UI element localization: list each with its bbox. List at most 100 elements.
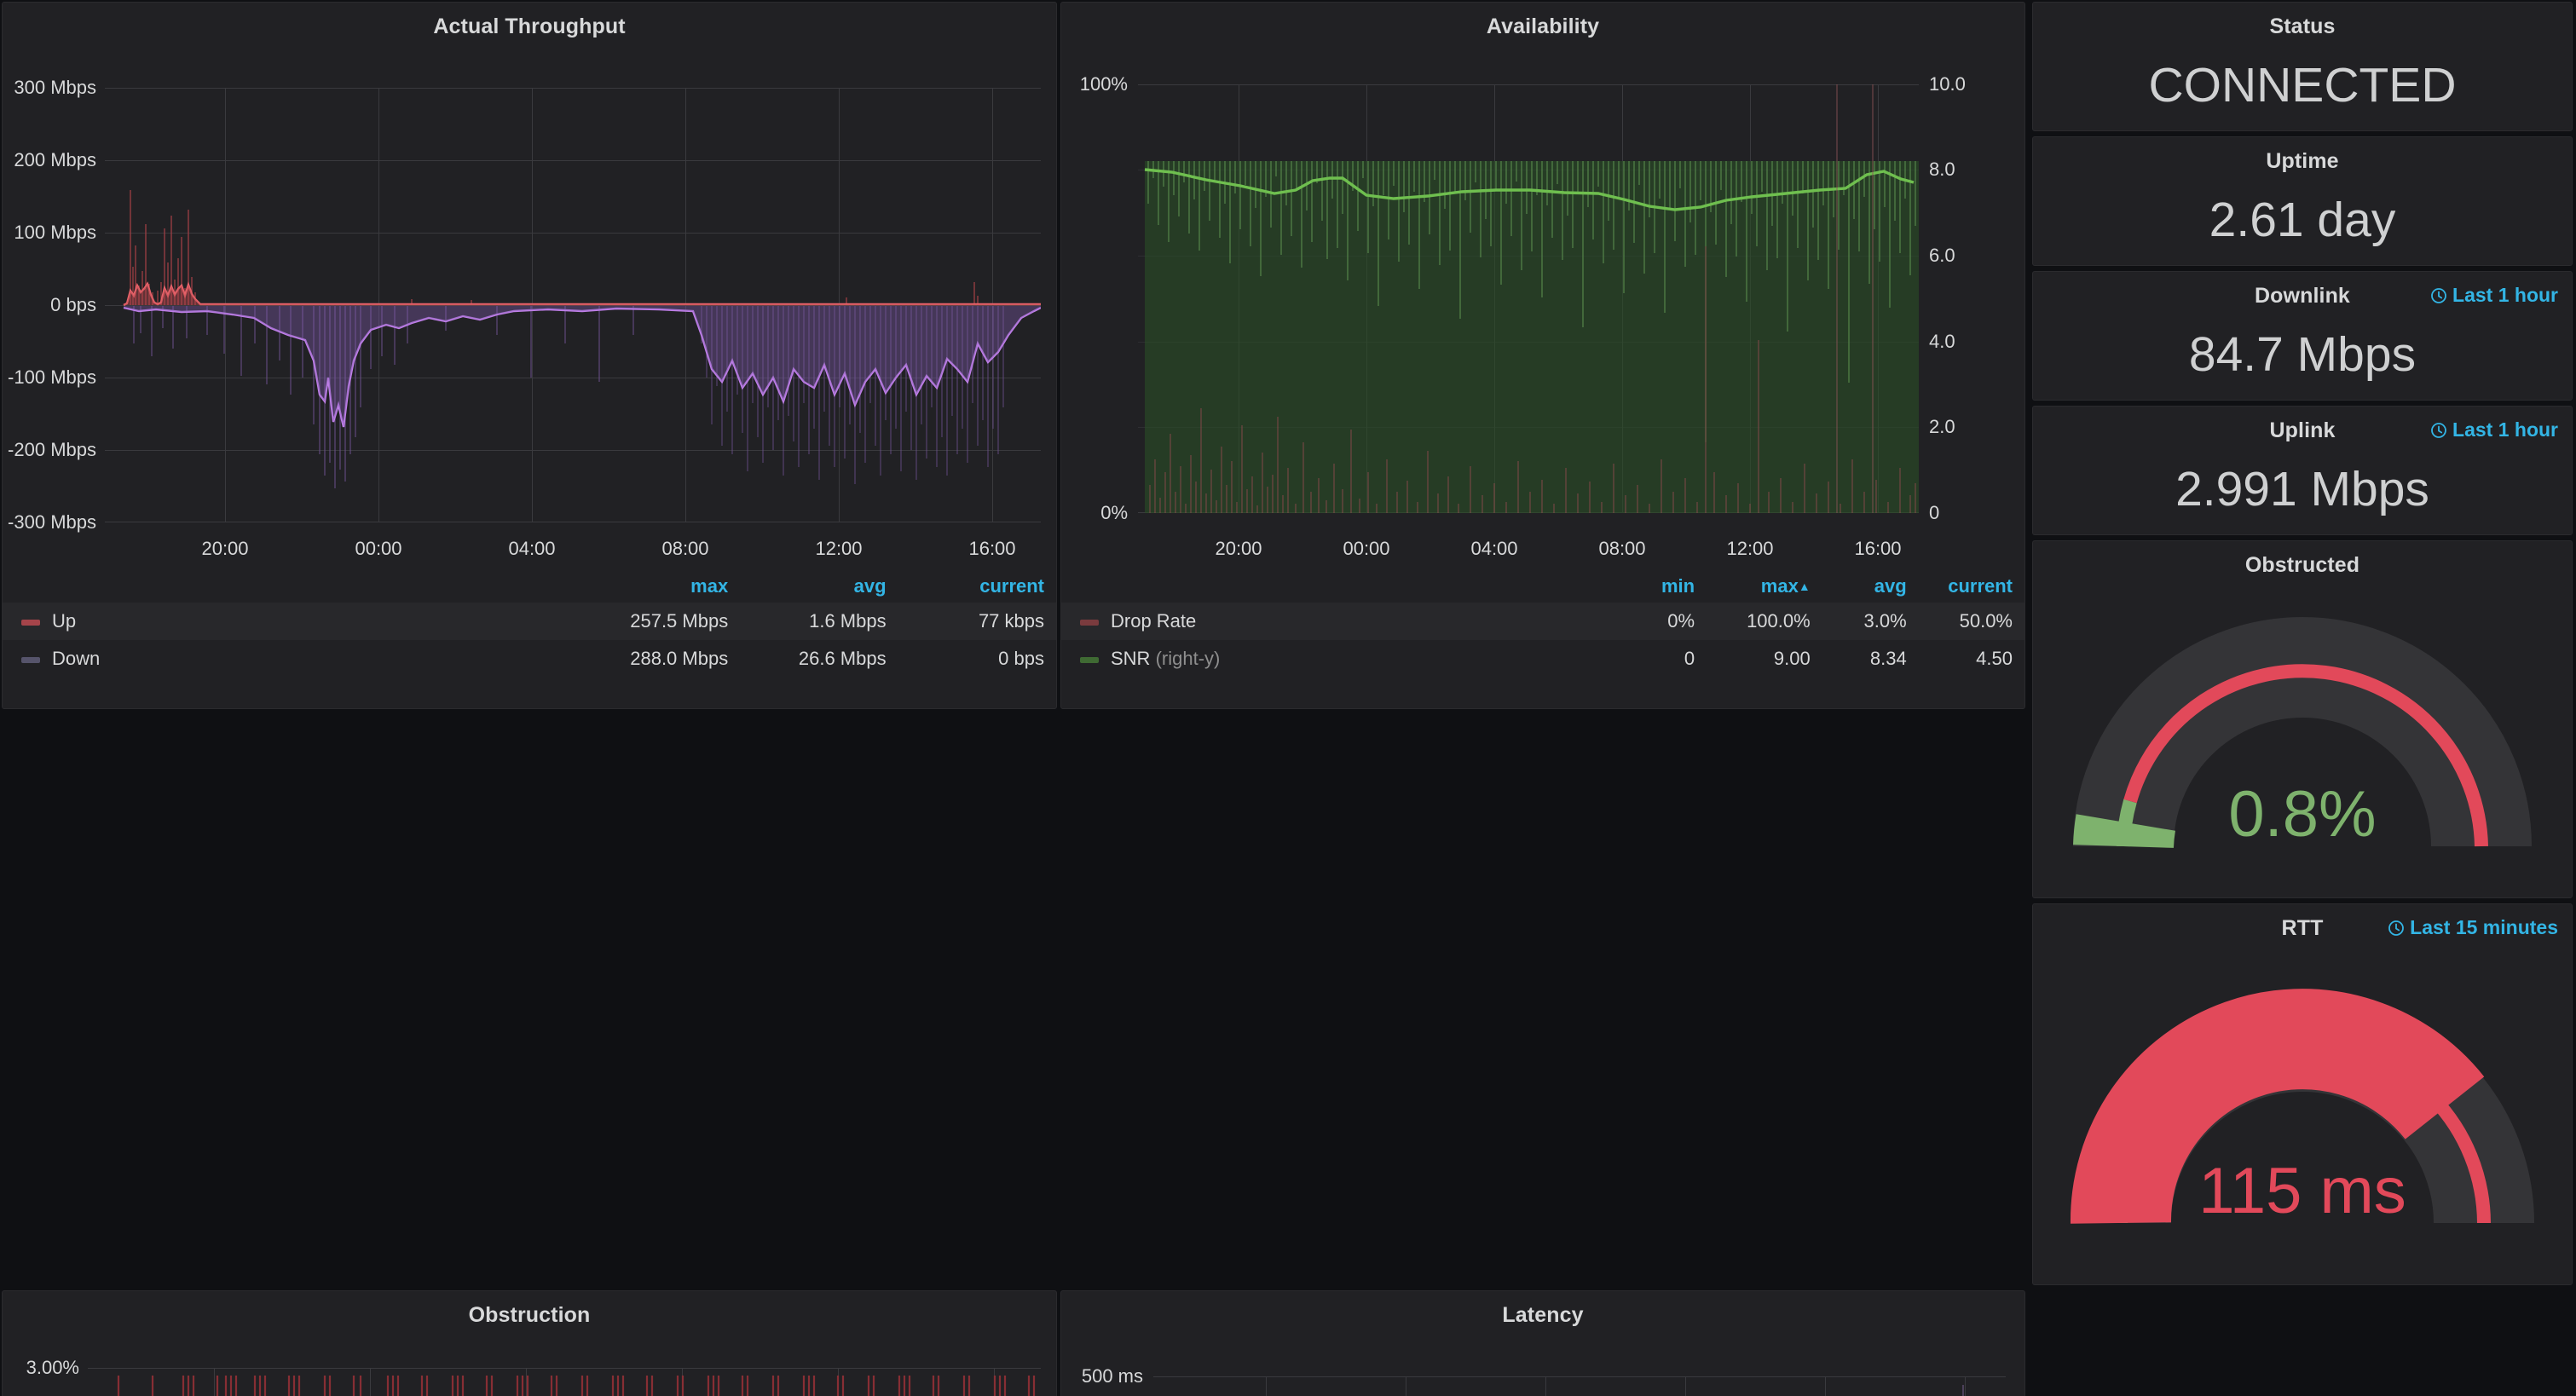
x-tick: 16:00 (1854, 538, 1902, 559)
legend-value-current: 0 bps (998, 648, 1044, 669)
obstructed-gauge: 0.8% (2073, 617, 2532, 851)
x-tick: 12:00 (815, 538, 863, 559)
x-tick: 04:00 (1470, 538, 1518, 559)
series-color-swatch (1080, 619, 1099, 626)
y2-tick: 4.0 (1929, 331, 1955, 352)
x-tick: 00:00 (1343, 538, 1390, 559)
rtt-gauge-value: 115 ms (2198, 1155, 2406, 1227)
legend-value-max: 100.0% (1707, 603, 1822, 640)
series-color-swatch (21, 619, 40, 626)
uplink-time-override-label: Last 1 hour (2452, 418, 2558, 441)
legend-value-max: 257.5 Mbps (550, 603, 741, 640)
legend-col-max-label: max (1760, 575, 1799, 597)
obstruction-graph[interactable]: 3.00% 2.00% 1.00% 0% (3, 1332, 1056, 1396)
rtt-time-override[interactable]: Last 15 minutes (2388, 916, 2558, 939)
downlink-time-override-label: Last 1 hour (2452, 284, 2558, 306)
uplink-time-override[interactable]: Last 1 hour (2430, 418, 2558, 441)
rtt-time-override-label: Last 15 minutes (2410, 916, 2558, 938)
panel-title-latency: Latency (1502, 1303, 1584, 1327)
legend-value-current: 50.0% (1918, 603, 2024, 640)
y-tick: 0% (1100, 502, 1128, 523)
panel-obstructed-gauge[interactable]: Obstructed 0.8% (2032, 540, 2573, 898)
legend-value-min: 0 (1684, 648, 1695, 669)
status-value: CONNECTED (2148, 58, 2457, 112)
legend-value-avg: 1.6 Mbps (740, 603, 898, 640)
downlink-value: 84.7 Mbps (2188, 327, 2417, 382)
y2-tick: 8.0 (1929, 159, 1955, 180)
rtt-gauge: 115 ms (2070, 989, 2534, 1227)
legend-col-avg[interactable]: avg (1822, 572, 1919, 603)
panel-uptime[interactable]: Uptime 2.61 day (2032, 136, 2573, 266)
legend-col-max[interactable]: max (551, 572, 740, 603)
panel-status[interactable]: Status CONNECTED (2032, 2, 2573, 131)
legend-col-max[interactable]: max▲ (1707, 572, 1822, 603)
y-tick: 0 bps (50, 294, 96, 315)
panel-title-status: Status (2269, 14, 2336, 38)
availability-plot (1138, 84, 1919, 513)
legend-row[interactable]: Up 257.5 Mbps 1.6 Mbps 77 kbps (3, 603, 1056, 640)
availability-graph[interactable]: 100% 0% 10.0 8.0 6.0 4.0 2.0 0 20:00 00:… (1061, 45, 2024, 559)
legend-series-name: Up (52, 610, 77, 632)
y2-tick: 0 (1929, 502, 1940, 523)
throughput-legend[interactable]: max avg current Up 257.5 Mbps 1.6 Mbps 7… (3, 572, 1056, 708)
y-tick: -200 Mbps (8, 439, 96, 460)
x-tick: 00:00 (355, 538, 402, 559)
y-tick: 200 Mbps (14, 149, 96, 170)
legend-series-name: SNR (1111, 648, 1151, 669)
legend-label-header (3, 572, 551, 603)
grafana-dashboard: Actual Throughput 300 Mbps 200 Mbps 100 … (0, 0, 2576, 1396)
legend-col-avg[interactable]: avg (740, 572, 898, 603)
obstructed-gauge-value: 0.8% (2228, 778, 2376, 851)
legend-series-down[interactable]: Down (3, 640, 551, 678)
legend-col-current[interactable]: current (898, 572, 1056, 603)
legend-series-name: Drop Rate (1111, 610, 1197, 632)
latency-plot (1153, 1376, 2006, 1396)
legend-header-row: max avg current (3, 572, 1056, 603)
panel-latency[interactable]: Latency 500 ms 400 ms 300 ms 200 ms 100 … (1060, 1290, 2025, 1396)
panel-rtt-gauge[interactable]: RTT Last 15 minutes 115 ms (2032, 903, 2573, 1285)
panel-title-actual-throughput: Actual Throughput (433, 14, 626, 38)
obstruction-plot (88, 1368, 1041, 1396)
panel-downlink[interactable]: Downlink Last 1 hour 84.7 Mbps (2032, 271, 2573, 401)
legend-header-row: min max▲ avg current (1061, 572, 2024, 603)
x-tick: 12:00 (1726, 538, 1774, 559)
series-color-swatch (1080, 656, 1099, 663)
y2-tick: 10.0 (1929, 73, 1966, 95)
legend-label-header (1061, 572, 1601, 603)
series-color-swatch (21, 656, 40, 663)
panel-actual-throughput[interactable]: Actual Throughput 300 Mbps 200 Mbps 100 … (2, 2, 1057, 709)
y-tick: 3.00% (26, 1357, 79, 1378)
sort-asc-icon: ▲ (1798, 580, 1811, 593)
legend-row[interactable]: SNR (right-y) 0 9.00 8.34 4.50 (1061, 640, 2024, 678)
legend-series-up[interactable]: Up (3, 603, 551, 640)
panel-title-obstruction: Obstruction (468, 1303, 591, 1327)
legend-series-axis-note: (right-y) (1155, 648, 1221, 669)
x-tick: 08:00 (661, 538, 709, 559)
availability-legend[interactable]: min max▲ avg current Drop Rate 0% 100.0%… (1061, 572, 2024, 708)
panel-title-uptime: Uptime (2266, 149, 2339, 173)
legend-col-min[interactable]: min (1601, 572, 1707, 603)
legend-series-drop-rate[interactable]: Drop Rate (1061, 603, 1601, 640)
panel-availability[interactable]: Availability 100% 0% 10.0 8.0 6.0 4.0 2.… (1060, 2, 2025, 709)
throughput-graph[interactable]: 300 Mbps 200 Mbps 100 Mbps 0 bps -100 Mb… (3, 45, 1056, 559)
legend-col-current[interactable]: current (1919, 572, 2024, 603)
legend-series-snr[interactable]: SNR (right-y) (1061, 640, 1601, 678)
dashboard-row-2: Obstruction 3.00% 2.00% 1.00% 0% (0, 1290, 2576, 1396)
panel-title-obstructed-gauge: Obstructed (2244, 553, 2360, 577)
clock-icon (2431, 287, 2446, 303)
throughput-plot (105, 88, 1041, 522)
y-tick: -100 Mbps (8, 366, 96, 388)
panel-uplink[interactable]: Uplink Last 1 hour 2.991 Mbps (2032, 406, 2573, 535)
legend-row[interactable]: Drop Rate 0% 100.0% 3.0% 50.0% (1061, 603, 2024, 640)
downlink-time-override[interactable]: Last 1 hour (2430, 284, 2558, 307)
panel-obstruction[interactable]: Obstruction 3.00% 2.00% 1.00% 0% (2, 1290, 1057, 1396)
legend-value-current: 77 kbps (898, 603, 1056, 640)
panel-title-availability: Availability (1486, 14, 1600, 38)
legend-value-current: 4.50 (1976, 648, 2013, 669)
x-tick: 20:00 (1215, 538, 1262, 559)
legend-series-name: Down (52, 648, 101, 669)
latency-graph[interactable]: 500 ms 400 ms 300 ms 200 ms 100 ms 0 ms (1061, 1332, 2024, 1396)
legend-row[interactable]: Down 288.0 Mbps 26.6 Mbps 0 bps (3, 640, 1056, 678)
y2-tick: 2.0 (1929, 416, 1955, 437)
legend-value-avg: 26.6 Mbps (798, 648, 887, 669)
